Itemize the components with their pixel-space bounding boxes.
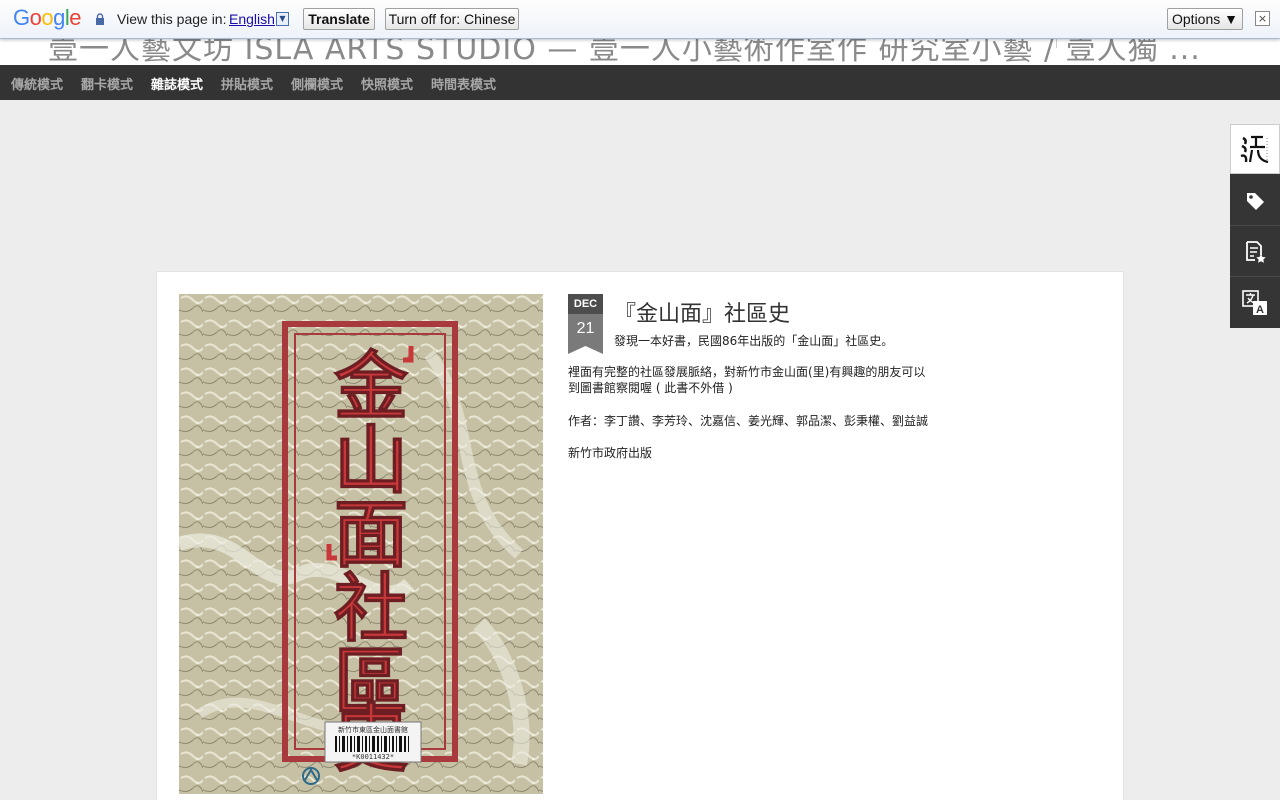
calligraphy-logo-icon[interactable] — [1230, 124, 1280, 174]
nav-item-sidebar[interactable]: 側欄模式 — [291, 74, 343, 93]
post-publisher: 新竹市政府出版 — [568, 446, 653, 460]
post-subtitle: 發現一本好書，民國86年出版的「金山面」社區史。 — [614, 334, 894, 348]
translate-button[interactable]: Translate — [303, 8, 375, 30]
chevron-down-icon[interactable]: ▼ — [276, 12, 289, 26]
view-mode-nav: 傳統模式 翻卡模式 雜誌模式 拼貼模式 側欄模式 快照模式 時間表模式 — [0, 65, 1280, 100]
close-icon[interactable]: × — [1255, 11, 1270, 26]
language-select[interactable]: English — [229, 11, 275, 27]
blog-header: 壹一人藝文坊 ISLA ARTS STUDIO — 壹一人小藝術作室作 研究室小… — [0, 38, 1280, 65]
nav-item-magazine[interactable]: 雜誌模式 — [151, 74, 203, 93]
bookmark-list-icon[interactable] — [1230, 227, 1280, 277]
blog-title[interactable]: 壹一人藝文坊 ISLA ARTS STUDIO — 壹一人小藝術作室作 研究室小… — [48, 38, 1201, 65]
options-button[interactable]: Options ▼ — [1167, 8, 1243, 30]
date-badge: DEC 21 — [568, 294, 603, 354]
date-month: DEC — [568, 294, 603, 314]
date-day: 21 — [568, 314, 603, 354]
nav-item-timeslide[interactable]: 時間表模式 — [431, 74, 496, 93]
turn-off-button[interactable]: Turn off for: Chinese — [385, 8, 519, 30]
nav-item-classic[interactable]: 傳統模式 — [11, 74, 63, 93]
nav-item-snapshot[interactable]: 快照模式 — [361, 74, 413, 93]
post-paragraph-line-1: 裡面有完整的社區發展脈絡，對新竹市金山面(里)有興趣的朋友可以 — [568, 365, 926, 379]
google-translate-bar: Google View this page in: English ▼ Tran… — [0, 0, 1280, 39]
barcode-number: *K0011432* — [352, 753, 394, 761]
header-divider — [1056, 38, 1057, 48]
book-cover-image[interactable]: 金 山 面 社 區 史 新竹市東區金山面書館 *K0011432* — [179, 294, 543, 794]
nav-item-flipcard[interactable]: 翻卡模式 — [81, 74, 133, 93]
nav-item-mosaic[interactable]: 拼貼模式 — [221, 74, 273, 93]
post-title[interactable]: 『金山面』社區史 — [614, 296, 790, 328]
translate-prompt: View this page in: — [117, 11, 227, 27]
tag-icon[interactable] — [1230, 176, 1280, 226]
google-logo: Google — [13, 5, 82, 30]
post-paragraph-line-2: 到圖書館察閱喔 ( 此書不外借 ) — [568, 381, 733, 395]
svg-text:A: A — [1256, 304, 1264, 316]
barcode-label: 新竹市東區金山面書館 — [338, 725, 408, 734]
translate-icon[interactable]: A — [1230, 278, 1280, 328]
floating-tools: A — [1230, 124, 1280, 328]
post-authors: 作者：李丁讚、李芳玲、沈嘉信、姜光輝、郭品潔、彭秉權、劉益誠 — [568, 414, 929, 428]
lock-icon — [96, 13, 104, 25]
